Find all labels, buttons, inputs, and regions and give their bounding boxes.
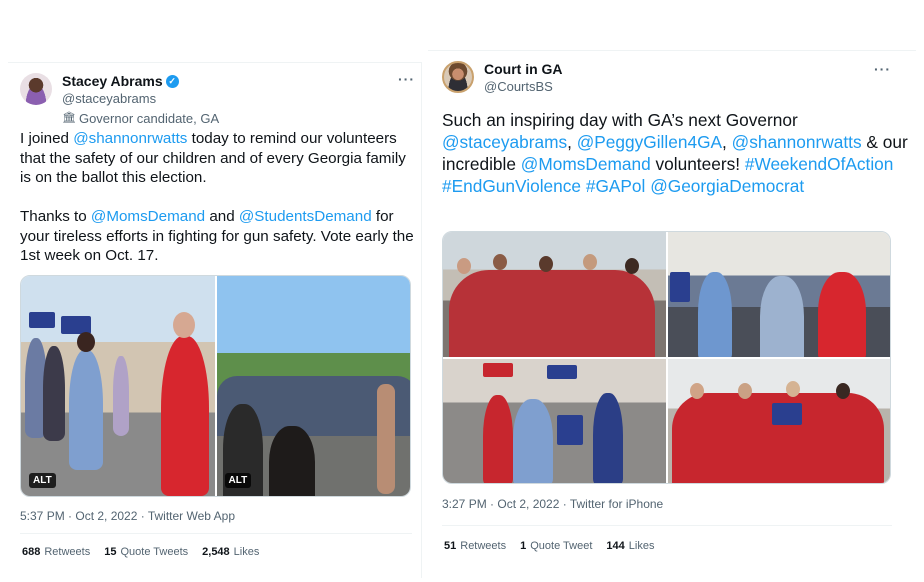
account-label: 🏛 Governor candidate, GA [62, 110, 219, 127]
person [817, 272, 866, 357]
person [513, 398, 553, 483]
hashtag-link[interactable]: #GAPol [586, 176, 646, 196]
tweet-text-segment: and [205, 208, 239, 225]
tweet-photo[interactable] [667, 232, 890, 357]
person-head [457, 258, 471, 274]
retweets-stat[interactable]: 688 Retweets [22, 546, 90, 558]
hashtag-link[interactable]: #WeekendOfAction [745, 154, 894, 174]
tweet-paragraph: I joined @shannonrwatts today to remind … [20, 129, 416, 188]
person-head [77, 332, 95, 352]
tweet-text-segment: Thanks to [20, 208, 91, 225]
person-head [173, 312, 195, 338]
more-options-icon[interactable]: ··· [874, 61, 891, 77]
person-head [493, 254, 507, 270]
person [593, 392, 623, 483]
user-handle[interactable]: @staceyabrams [62, 90, 219, 107]
display-name-row[interactable]: Court in GA [484, 61, 563, 78]
mention-link[interactable]: @StudentsDemand [239, 208, 372, 225]
person [113, 356, 129, 436]
person [483, 394, 513, 483]
person [697, 272, 732, 357]
person-head [583, 254, 597, 270]
alt-badge[interactable]: ALT [224, 473, 252, 488]
avatar[interactable] [442, 61, 474, 93]
mention-link[interactable]: @MomsDemand [521, 154, 651, 174]
tweet-paragraph: Such an inspiring day with GA’s next Gov… [442, 109, 912, 197]
tweet-timestamp[interactable]: 5:37 PM · Oct 2, 2022 · Twitter Web App [20, 509, 235, 523]
campaign-sign [29, 312, 55, 328]
tweet-photo[interactable] [443, 358, 666, 483]
tweet-header: Court in GA @CourtsBS [442, 61, 563, 95]
tweet-media[interactable]: ALT ALT [20, 275, 411, 497]
campaign-sign [771, 402, 802, 425]
campaign-sign [557, 414, 583, 445]
quote-tweets-stat[interactable]: 1 Quote Tweet [520, 540, 592, 552]
person [69, 350, 103, 470]
likes-stat[interactable]: 2,548 Likes [202, 546, 259, 558]
tweet-paragraph: Thanks to @MomsDemand and @StudentsDeman… [20, 207, 416, 266]
person-head [737, 382, 752, 399]
tweet-text-segment: volunteers! [650, 154, 745, 174]
campaign-sign [483, 362, 513, 377]
quote-tweets-stat[interactable]: 15 Quote Tweets [104, 546, 188, 558]
tweet-text: Such an inspiring day with GA’s next Gov… [442, 109, 912, 197]
more-options-icon[interactable]: ··· [398, 71, 415, 87]
government-building-icon: 🏛 [62, 112, 76, 124]
mention-link[interactable]: @shannonrwatts [732, 132, 862, 152]
campaign-sign [547, 364, 577, 379]
person [43, 346, 65, 441]
alt-badge[interactable]: ALT [29, 473, 56, 488]
raised-fist [376, 384, 395, 494]
tweet-text-segment: , [722, 132, 732, 152]
tweet-photo[interactable] [443, 232, 666, 357]
tweet-header: Stacey Abrams ✓ @staceyabrams 🏛 Governor… [20, 73, 219, 127]
tweet-photo[interactable]: ALT [216, 276, 410, 496]
person [161, 336, 209, 496]
mention-link[interactable]: @staceyabrams [442, 132, 567, 152]
mention-link[interactable]: @GeorgiaDemocrat [650, 176, 804, 196]
tweet-stats: 688 Retweets 15 Quote Tweets 2,548 Likes [22, 546, 259, 558]
mention-link[interactable]: @MomsDemand [91, 208, 205, 225]
divider [20, 533, 412, 534]
hashtag-link[interactable]: #EndGunViolence [442, 176, 581, 196]
tweet-court-in-ga: Court in GA @CourtsBS ··· Such an inspir… [428, 50, 916, 578]
person [268, 426, 315, 496]
tweet-timestamp[interactable]: 3:27 PM · Oct 2, 2022 · Twitter for iPho… [442, 497, 663, 511]
tweet-photo[interactable] [667, 358, 890, 483]
display-name[interactable]: Court in GA [484, 61, 563, 78]
display-name-row[interactable]: Stacey Abrams ✓ [62, 73, 219, 90]
tweet-photo[interactable]: ALT [21, 276, 215, 496]
avatar[interactable] [20, 73, 52, 105]
person-head [689, 382, 704, 399]
tweet-stats: 51 Retweets 1 Quote Tweet 144 Likes [444, 540, 654, 552]
mention-link[interactable]: @shannonrwatts [73, 130, 187, 147]
tweet-media[interactable] [442, 231, 891, 484]
account-label-text: Governor candidate, GA [78, 111, 220, 126]
campaign-sign [669, 272, 690, 302]
retweets-stat[interactable]: 51 Retweets [444, 540, 506, 552]
likes-stat[interactable]: 144 Likes [606, 540, 654, 552]
tweet-text-segment: I joined [20, 130, 74, 147]
person [759, 276, 804, 357]
person-head [539, 256, 553, 272]
divider [442, 525, 892, 526]
volunteer-group [449, 270, 655, 357]
tweet-text: I joined @shannonrwatts today to remind … [20, 129, 416, 266]
person-head [835, 382, 850, 399]
mention-link[interactable]: @PeggyGillen4GA [577, 132, 722, 152]
tweet-text-segment: Such an inspiring day with GA’s next Gov… [442, 110, 798, 130]
user-handle[interactable]: @CourtsBS [484, 78, 563, 95]
tweet-text-segment: , [567, 132, 577, 152]
tweet-stacey-abrams: Stacey Abrams ✓ @staceyabrams 🏛 Governor… [8, 62, 422, 578]
verified-badge-icon: ✓ [165, 75, 179, 88]
person-head [785, 380, 800, 397]
display-name[interactable]: Stacey Abrams [62, 73, 163, 90]
person-head [625, 258, 639, 274]
